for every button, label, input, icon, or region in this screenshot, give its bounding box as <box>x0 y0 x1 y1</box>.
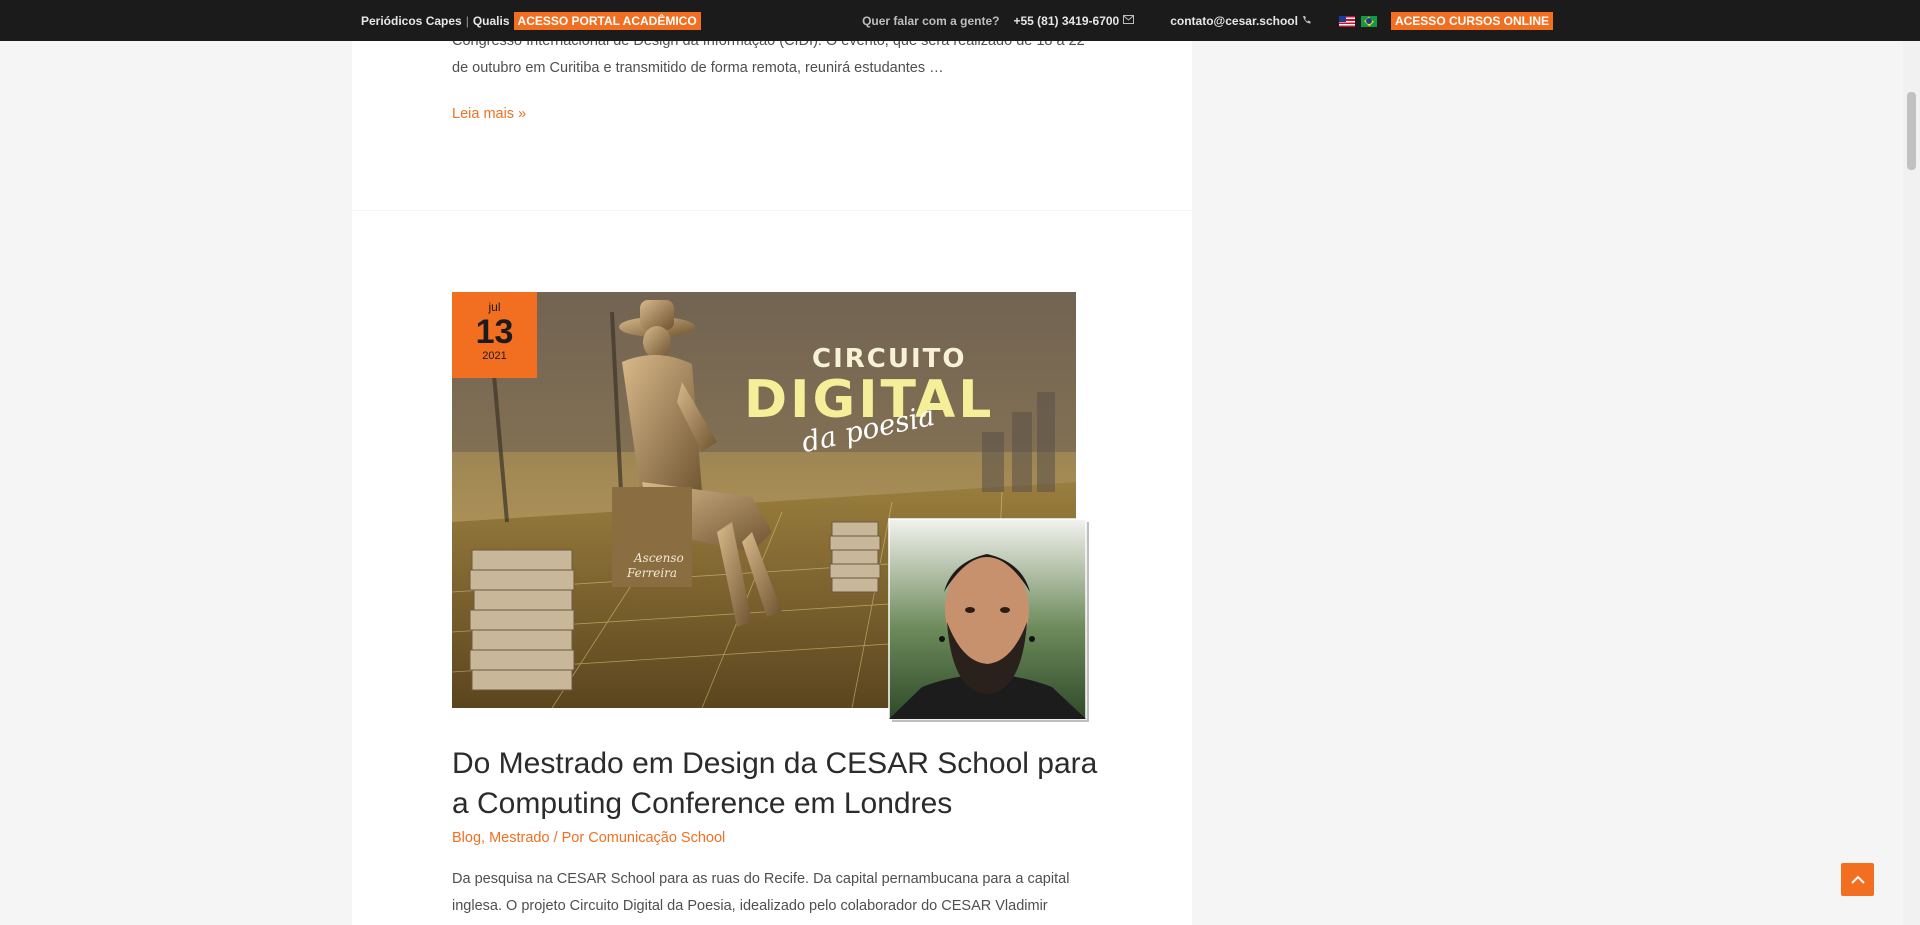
qualis-link[interactable]: Qualis <box>473 14 510 28</box>
svg-text:Ferreira: Ferreira <box>626 566 677 580</box>
scrollbar[interactable] <box>1903 0 1920 925</box>
envelope-icon <box>1123 15 1135 27</box>
post-title[interactable]: Do Mestrado em Design da CESAR School pa… <box>452 744 1112 824</box>
date-year: 2021 <box>482 350 507 362</box>
top-bar-right: Quer falar com a gente? +55 (81) 3419-67… <box>862 12 1553 30</box>
post-meta: Blog, Mestrado / Por Comunicação School <box>452 830 726 846</box>
featured-image[interactable]: Ascenso Ferreira CIRCUITO DIGITAL da poe… <box>452 292 1089 722</box>
brazil-flag-icon[interactable] <box>1360 15 1377 27</box>
meta-by: / Por <box>553 830 585 846</box>
author-link[interactable]: Comunicação School <box>588 830 725 846</box>
category-blog-link[interactable]: Blog <box>452 830 481 846</box>
separator: | <box>465 14 469 28</box>
post-excerpt: Da pesquisa na CESAR School para as ruas… <box>452 871 1070 914</box>
contact-prompt: Quer falar com a gente? <box>862 14 1000 28</box>
scrollbar-thumb[interactable] <box>1907 92 1916 170</box>
date-month: jul <box>488 300 501 314</box>
phone-link[interactable]: +55 (81) 3419-6700 <box>1013 14 1119 28</box>
phone-icon <box>1302 15 1311 27</box>
email-link[interactable]: contato@cesar.school <box>1170 14 1298 28</box>
date-day: 13 <box>475 313 514 351</box>
date-badge: jul 13 2021 <box>452 292 537 378</box>
chevron-up-icon <box>1850 871 1865 889</box>
statue-label: Ascenso <box>633 551 684 565</box>
scroll-to-top-button[interactable] <box>1841 863 1874 896</box>
top-bar: Periódicos Capes | Qualis ACESSO PORTAL … <box>0 0 1920 41</box>
category-mestrado-link[interactable]: Mestrado <box>489 830 549 846</box>
us-flag-icon[interactable] <box>1338 15 1355 27</box>
top-bar-left: Periódicos Capes | Qualis ACESSO PORTAL … <box>361 12 701 30</box>
portal-academico-button[interactable]: ACESSO PORTAL ACADÊMICO <box>513 12 701 30</box>
read-more-link[interactable]: Leia mais » <box>452 106 526 122</box>
cursos-online-button[interactable]: ACESSO CURSOS ONLINE <box>1390 12 1553 30</box>
periodicos-capes-link[interactable]: Periódicos Capes <box>361 14 462 28</box>
